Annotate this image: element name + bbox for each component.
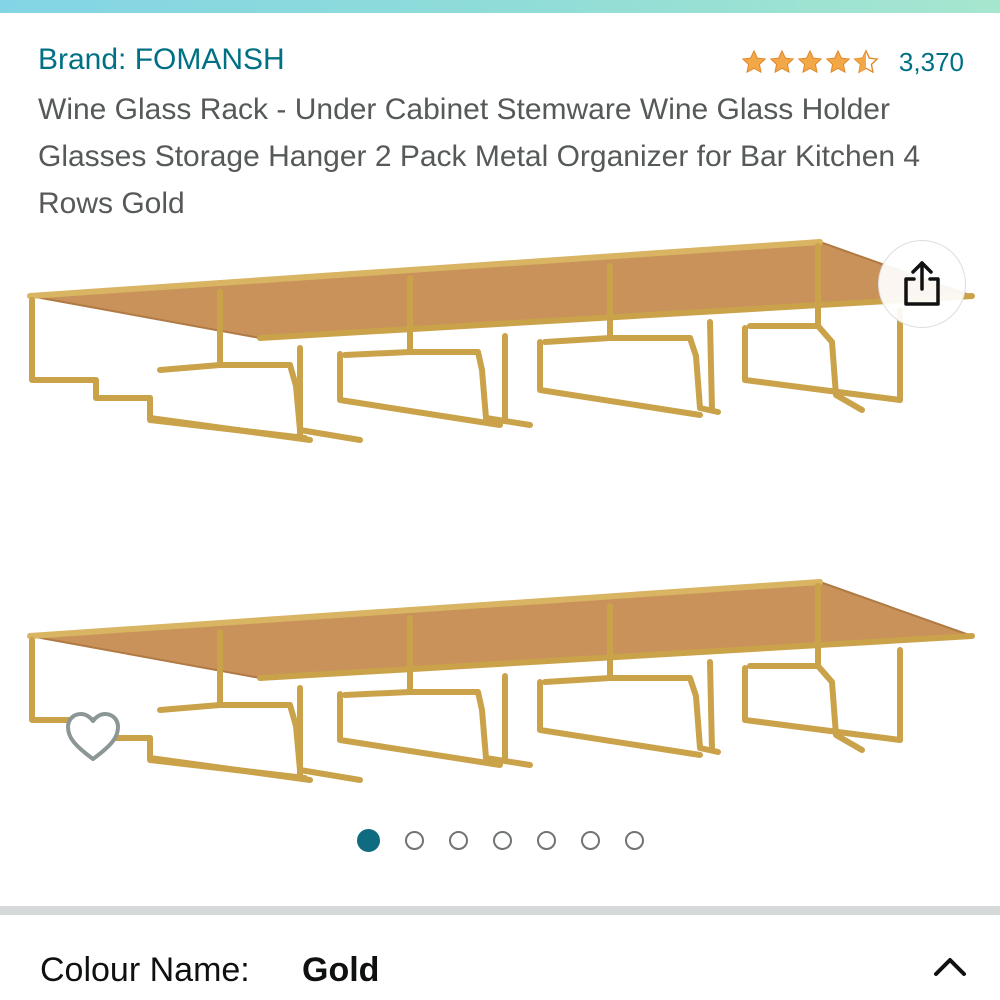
product-image	[27, 579, 975, 783]
product-image	[27, 239, 975, 443]
share-button[interactable]	[878, 240, 966, 328]
chevron-up-icon[interactable]	[930, 947, 970, 987]
product-title: Wine Glass Rack - Under Cabinet Stemware…	[38, 93, 921, 220]
add-to-wishlist-button[interactable]	[56, 700, 130, 774]
brand-link[interactable]: Brand: FOMANSH	[38, 40, 285, 80]
section-divider	[0, 906, 1000, 915]
carousel-pagination	[0, 828, 1000, 854]
colour-variation-row[interactable]: Colour Name: Gold	[40, 945, 970, 995]
colour-label: Colour Name:	[40, 951, 250, 989]
carousel-dot[interactable]	[492, 831, 512, 850]
top-gradient-bar	[0, 0, 1000, 13]
star-rating	[741, 49, 879, 75]
star-full-icon	[769, 49, 795, 74]
star-full-icon	[741, 49, 767, 74]
rating-count[interactable]: 3,370	[899, 42, 964, 82]
carousel-dot[interactable]	[536, 831, 556, 850]
star-full-icon	[825, 49, 851, 74]
carousel-dot[interactable]	[404, 831, 424, 850]
star-half-icon	[853, 49, 879, 74]
carousel-dot[interactable]	[580, 831, 600, 850]
star-full-icon	[797, 49, 823, 74]
heart-icon	[66, 712, 120, 761]
share-icon	[904, 261, 940, 306]
rating-summary[interactable]: 3,370	[741, 42, 964, 82]
product-image-carousel[interactable]	[0, 222, 1000, 822]
carousel-dot[interactable]	[448, 831, 468, 850]
carousel-dot[interactable]	[356, 829, 380, 852]
colour-value: Gold	[302, 951, 380, 989]
carousel-dot[interactable]	[624, 831, 644, 850]
